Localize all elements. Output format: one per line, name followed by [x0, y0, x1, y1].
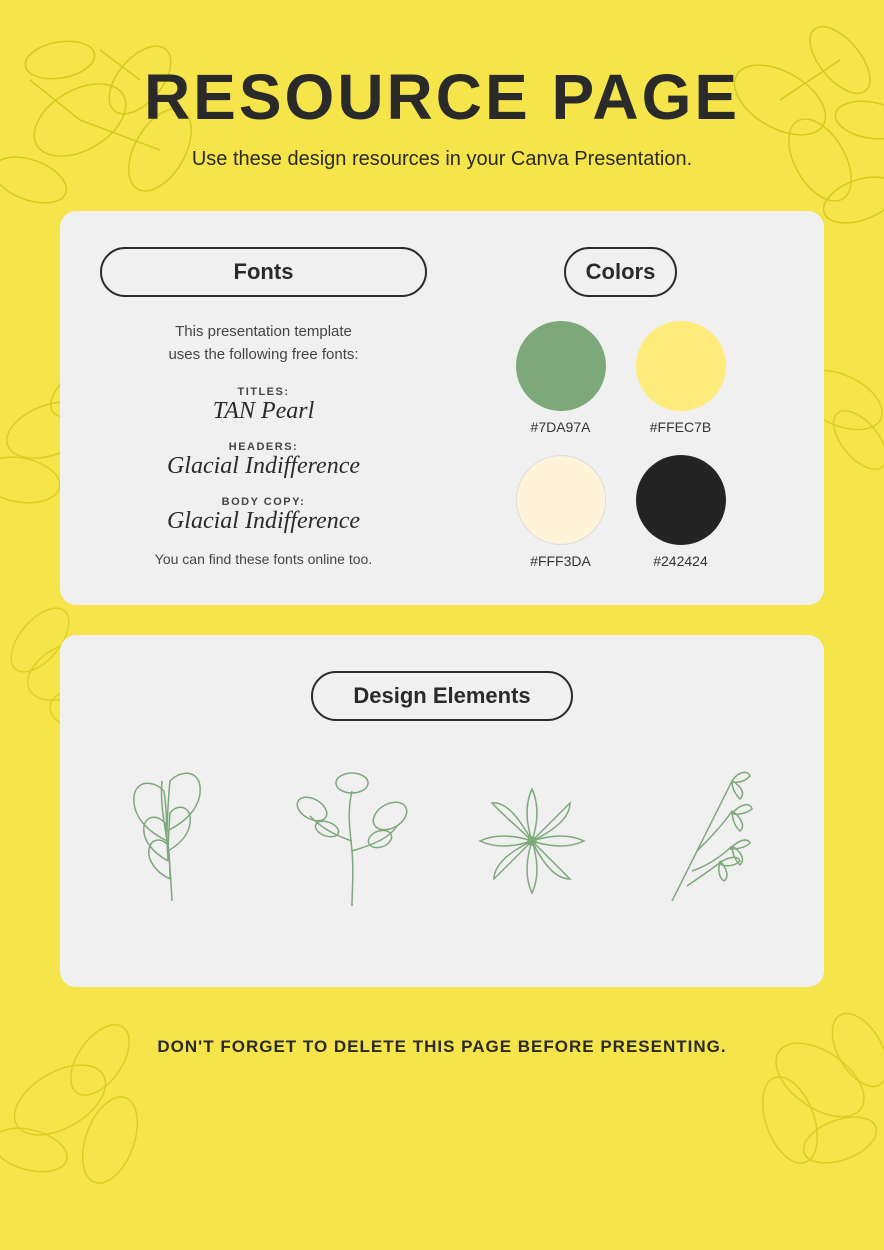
- fonts-note: You can find these fonts online too.: [100, 551, 427, 567]
- swatch-yellow-label: #FFEC7B: [650, 419, 711, 435]
- colors-grid: #7DA97A #FFEC7B #FFF3DA #2: [516, 321, 726, 569]
- page-title: RESOURCE PAGE: [144, 60, 740, 134]
- leaf-illustration-4: [632, 761, 792, 921]
- swatch-green-label: #7DA97A: [531, 419, 591, 435]
- footer-note: DON'T FORGET TO DELETE THIS PAGE BEFORE …: [157, 1037, 726, 1057]
- titles-font-item: TITLES: TAN Pearl: [100, 386, 427, 425]
- swatch-green: [516, 321, 606, 411]
- swatch-black-label: #242424: [653, 553, 708, 569]
- body-font-name: Glacial Indifference: [100, 508, 427, 535]
- color-swatch-black: #242424: [636, 455, 726, 569]
- fonts-colors-card: Fonts This presentation template uses th…: [60, 211, 824, 605]
- swatch-black: [636, 455, 726, 545]
- leaf-illustration-1: [92, 761, 252, 921]
- color-swatch-cream: #FFF3DA: [516, 455, 606, 569]
- colors-header: Colors: [564, 247, 678, 297]
- fonts-section: Fonts This presentation template uses th…: [100, 247, 427, 567]
- body-label: BODY COPY:: [100, 496, 427, 508]
- body-font-item: BODY COPY: Glacial Indifference: [100, 496, 427, 535]
- fonts-description: This presentation template uses the foll…: [100, 321, 427, 366]
- color-swatch-green: #7DA97A: [516, 321, 606, 435]
- swatch-cream-label: #FFF3DA: [530, 553, 591, 569]
- page-subtitle: Use these design resources in your Canva…: [192, 148, 692, 171]
- fonts-header: Fonts: [100, 247, 427, 297]
- titles-label: TITLES:: [100, 386, 427, 398]
- headers-font-name: Glacial Indifference: [100, 453, 427, 480]
- titles-font-name: TAN Pearl: [100, 398, 427, 425]
- design-elements-card: Design Elements: [60, 635, 824, 987]
- design-elements-header: Design Elements: [311, 671, 572, 721]
- color-swatch-yellow: #FFEC7B: [636, 321, 726, 435]
- headers-label: HEADERS:: [100, 441, 427, 453]
- swatch-yellow: [636, 321, 726, 411]
- design-elements-leaves: [92, 761, 792, 921]
- leaf-illustration-3: [452, 761, 612, 921]
- leaf-illustration-2: [272, 761, 432, 921]
- swatch-cream: [516, 455, 606, 545]
- headers-font-item: HEADERS: Glacial Indifference: [100, 441, 427, 480]
- colors-section: Colors #7DA97A #FFEC7B #FFF: [457, 247, 784, 569]
